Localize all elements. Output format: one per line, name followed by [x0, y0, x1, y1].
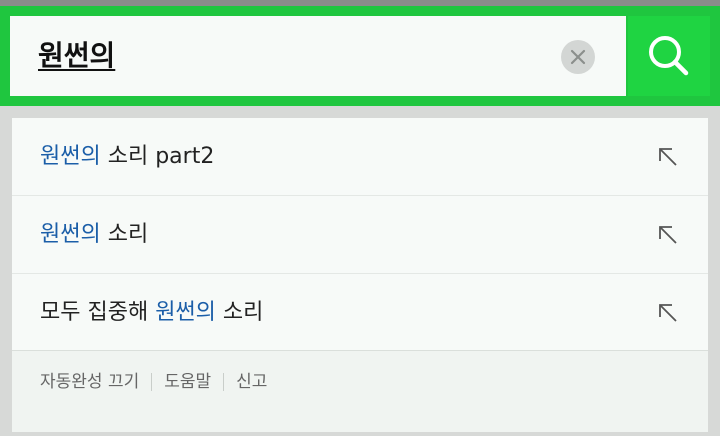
suggestion-suffix: 소리 part2 — [100, 144, 215, 169]
footer-links: 자동완성 끄기 도움말 신고 — [40, 351, 267, 413]
suggestion-text: 원썬의 소리 — [40, 196, 148, 274]
autocomplete-off-link[interactable]: 자동완성 끄기 — [40, 372, 139, 392]
divider — [223, 373, 225, 391]
suggestion-suffix: 소리 — [215, 300, 264, 325]
suggestion-item[interactable]: 원썬의 소리 part2 — [12, 118, 708, 196]
arrow-up-left-icon[interactable] — [655, 300, 681, 326]
suggestion-highlight: 원썬의 — [40, 222, 101, 247]
search-button[interactable] — [628, 16, 710, 96]
suggestion-footer: 자동완성 끄기 도움말 신고 — [12, 350, 708, 432]
search-query-text: 원썬의 — [38, 39, 116, 72]
search-bar: 원썬의 — [0, 6, 720, 106]
arrow-up-left-icon[interactable] — [655, 222, 681, 248]
suggestion-panel: 원썬의 소리 part2 원썬의 소리 모두 집중해 원썬의 소리 자동완성 끄… — [12, 118, 708, 432]
suggestion-suffix: 소리 — [100, 222, 149, 247]
search-input[interactable]: 원썬의 — [10, 16, 626, 96]
clear-button[interactable] — [561, 40, 595, 74]
suggestion-prefix: 모두 집중해 — [40, 300, 156, 325]
search-icon — [649, 36, 689, 76]
arrow-up-left-icon[interactable] — [655, 144, 681, 170]
suggestion-item[interactable]: 원썬의 소리 — [12, 196, 708, 274]
suggestion-text: 원썬의 소리 part2 — [40, 118, 214, 196]
divider — [151, 373, 153, 391]
suggestion-highlight: 원썬의 — [155, 300, 216, 325]
suggestion-highlight: 원썬의 — [40, 144, 101, 169]
suggestion-text: 모두 집중해 원썬의 소리 — [40, 274, 263, 352]
report-link[interactable]: 신고 — [236, 372, 267, 392]
suggestion-item[interactable]: 모두 집중해 원썬의 소리 — [12, 274, 708, 352]
close-icon — [570, 49, 586, 65]
help-link[interactable]: 도움말 — [164, 372, 211, 392]
